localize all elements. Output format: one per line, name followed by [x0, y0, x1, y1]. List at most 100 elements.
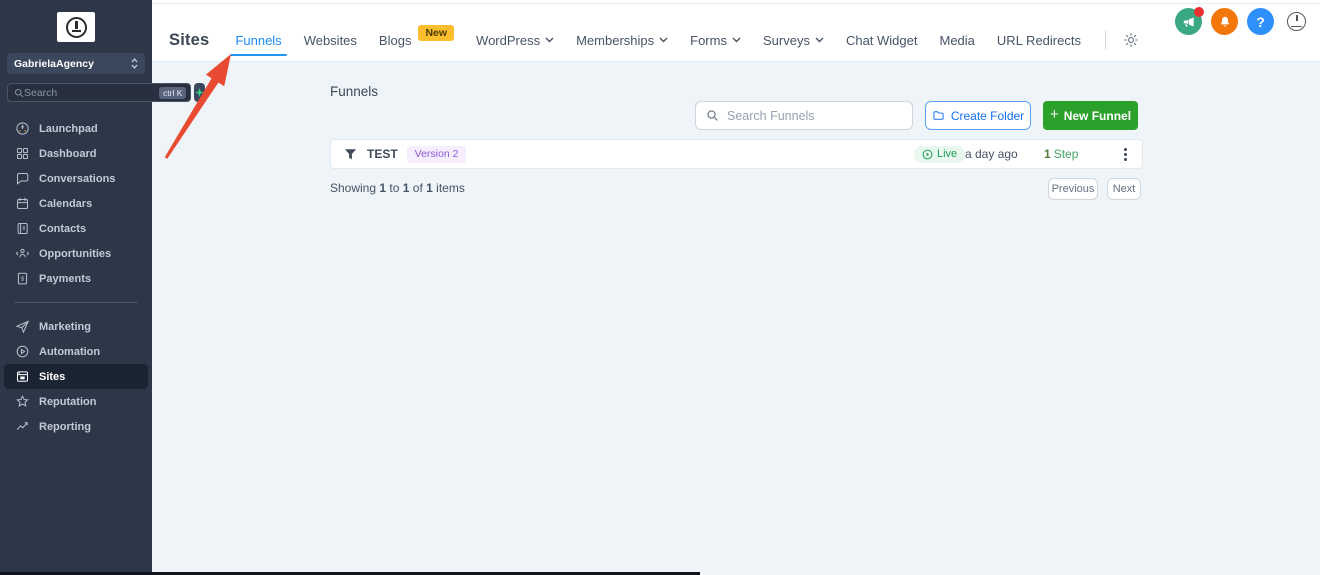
live-play-icon [922, 149, 933, 159]
payments-icon: $ [14, 271, 30, 287]
sidebar-item-dashboard[interactable]: Dashboard [4, 141, 148, 166]
funnel-icon [344, 148, 357, 159]
launchpad-icon [14, 121, 30, 137]
marketing-icon [14, 319, 30, 335]
announcements-button[interactable] [1175, 7, 1204, 35]
search-icon [15, 88, 24, 97]
automation-icon [14, 344, 30, 360]
previous-button[interactable]: Previous [1048, 178, 1098, 200]
sidebar-item-label: Marketing [39, 320, 91, 333]
tab-media[interactable]: Media [940, 33, 975, 48]
sidebar-item-label: Sites [39, 370, 66, 383]
sidebar-item-opportunities[interactable]: Opportunities [4, 241, 148, 266]
tab-url-redirects[interactable]: URL Redirects [997, 33, 1081, 48]
contacts-icon [14, 221, 30, 237]
header-hairline [152, 3, 1320, 4]
tab-funnels[interactable]: Funnels [230, 33, 287, 56]
profile-avatar[interactable] [1287, 12, 1306, 31]
sites-nav: Sites Funnels Websites Blogs New WordPre… [169, 25, 1142, 56]
version-badge: Version 2 [406, 145, 467, 163]
new-badge: New [418, 25, 455, 41]
agency-name: GabrielaAgency [14, 57, 94, 70]
plus-icon: + [1049, 106, 1059, 123]
sidebar-item-launchpad[interactable]: Launchpad [4, 116, 148, 141]
sidebar-item-reporting[interactable]: Reporting [4, 414, 148, 439]
sidebar-item-marketing[interactable]: Marketing [4, 314, 148, 339]
dashboard-icon [14, 146, 30, 162]
folder-icon [933, 111, 944, 120]
notifications-button[interactable] [1211, 8, 1238, 35]
sidebar-item-reputation[interactable]: Reputation [4, 389, 148, 414]
funnel-row[interactable]: TEST Version 2 Live a day ago 1 Step [330, 139, 1143, 169]
opportunities-icon [14, 246, 30, 262]
next-button[interactable]: Next [1107, 178, 1141, 200]
chevron-down-icon [545, 37, 554, 43]
row-menu-button[interactable] [1117, 145, 1133, 163]
ai-spark-button[interactable] [194, 83, 206, 102]
shortcut-badge: ctrl K [159, 86, 187, 99]
section-title: Sites [169, 30, 210, 49]
settings-gear-button[interactable] [1120, 29, 1142, 51]
nav-divider [1104, 31, 1106, 49]
calendars-icon [14, 196, 30, 212]
sidebar-item-automation[interactable]: Automation [4, 339, 148, 364]
gear-icon [1124, 33, 1138, 47]
sidebar-item-payments[interactable]: $ Payments [4, 266, 148, 291]
sidebar-item-label: Opportunities [39, 247, 112, 260]
sidebar-item-label: Conversations [39, 172, 116, 185]
tab-wordpress[interactable]: WordPress [476, 33, 554, 48]
sidebar-search-input[interactable] [24, 86, 159, 99]
question-mark-icon: ? [1256, 13, 1265, 30]
top-header: Sites Funnels Websites Blogs New WordPre… [152, 0, 1320, 62]
chevron-down-icon [732, 37, 741, 43]
funnels-search-input[interactable] [727, 108, 902, 123]
sites-icon [14, 369, 30, 385]
tab-surveys[interactable]: Surveys [763, 33, 824, 48]
help-button[interactable]: ? [1247, 8, 1274, 35]
conversations-icon [14, 171, 30, 187]
last-updated: a day ago [965, 147, 1018, 161]
sidebar-item-label: Contacts [39, 222, 87, 235]
funnel-name[interactable]: TEST [367, 147, 398, 161]
tab-memberships[interactable]: Memberships [576, 33, 668, 48]
chevron-down-icon [815, 37, 824, 43]
sidebar-divider [14, 302, 138, 303]
sidebar-item-contacts[interactable]: Contacts [4, 216, 148, 241]
funnels-search[interactable] [695, 101, 913, 130]
sidebar-item-sites[interactable]: Sites [4, 364, 148, 389]
megaphone-icon [1183, 16, 1194, 27]
tab-websites[interactable]: Websites [304, 33, 357, 48]
bell-icon [1220, 16, 1229, 27]
sidebar-item-label: Calendars [39, 197, 93, 210]
agency-logo [57, 12, 95, 42]
page-title: Funnels [330, 84, 379, 99]
svg-text:$: $ [20, 277, 24, 283]
sidebar-item-label: Dashboard [39, 147, 97, 160]
reporting-icon [14, 419, 30, 435]
agency-logo-icon [65, 16, 87, 38]
sidebar-item-label: Payments [39, 272, 91, 285]
pagination-summary: Showing 1 to 1 of 1 items [330, 181, 465, 195]
chevron-updown-icon [131, 58, 138, 69]
chevron-down-icon [659, 37, 668, 43]
tab-forms[interactable]: Forms [690, 33, 741, 48]
tab-blogs[interactable]: Blogs New [379, 25, 455, 48]
notification-dot [1194, 7, 1204, 17]
sidebar-item-conversations[interactable]: Conversations [4, 166, 148, 191]
sidebar: GabrielaAgency ctrl K Launchpad Dashboar… [0, 0, 206, 575]
funnels-controls: Create Folder + New Funnel [330, 101, 1143, 130]
tab-chat-widget[interactable]: Chat Widget [846, 33, 918, 48]
header-icon-group: ? [1175, 7, 1306, 35]
agency-switcher[interactable]: GabrielaAgency [7, 53, 145, 74]
new-funnel-button[interactable]: + New Funnel [1043, 101, 1138, 130]
reputation-icon [14, 394, 30, 410]
create-folder-button[interactable]: Create Folder [925, 101, 1031, 130]
sidebar-search[interactable]: ctrl K [7, 83, 192, 102]
spark-icon [195, 87, 205, 98]
sidebar-item-calendars[interactable]: Calendars [4, 191, 148, 216]
sidebar-item-label: Automation [39, 345, 101, 358]
search-icon [707, 110, 718, 121]
steps-link[interactable]: 1 Step [1044, 147, 1078, 161]
sidebar-item-label: Reporting [39, 420, 91, 433]
status-badge: Live [914, 145, 966, 163]
